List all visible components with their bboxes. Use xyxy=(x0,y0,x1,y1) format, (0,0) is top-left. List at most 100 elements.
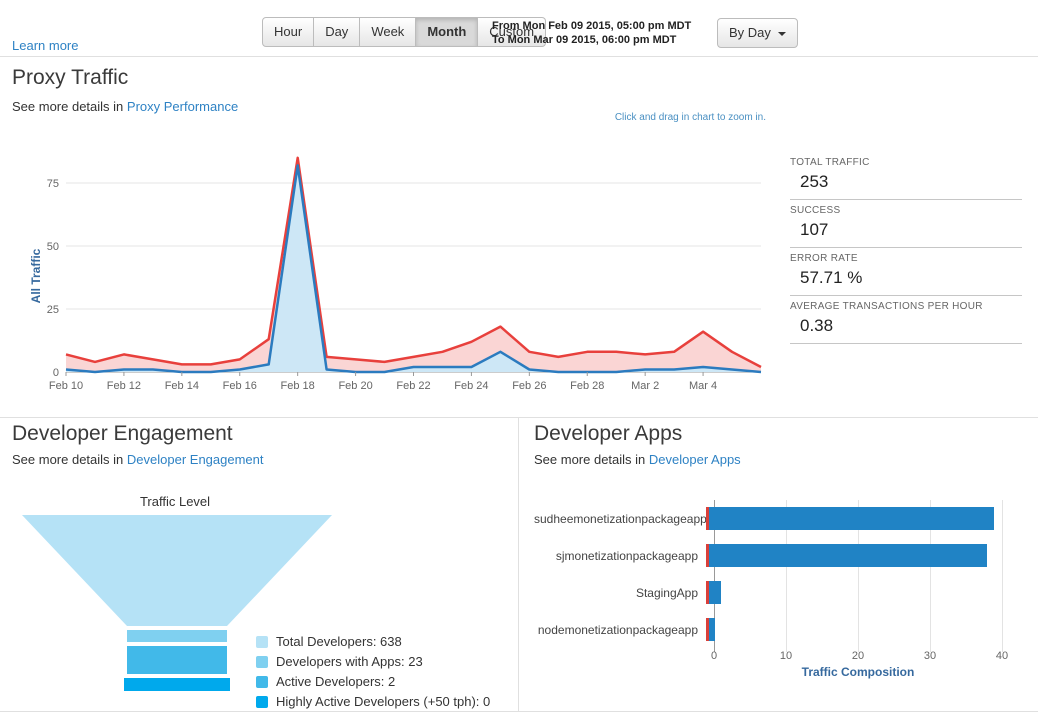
bar xyxy=(706,544,987,567)
developer-apps-details: See more details in Developer Apps xyxy=(534,452,741,467)
svg-text:Feb 18: Feb 18 xyxy=(281,380,315,392)
svg-text:50: 50 xyxy=(47,241,59,253)
date-from: From Mon Feb 09 2015, 05:00 pm MDT xyxy=(492,19,691,33)
bar-chart-x-axis: 0 10 20 30 40 xyxy=(714,648,1020,663)
legend-swatch xyxy=(256,676,268,688)
funnel-segment-active-developers xyxy=(127,646,227,674)
date-range: From Mon Feb 09 2015, 05:00 pm MDT To Mo… xyxy=(492,19,691,47)
details-prefix: See more details in xyxy=(534,452,645,467)
svg-text:25: 25 xyxy=(47,304,59,316)
stat-value: 57.71 % xyxy=(790,264,1022,288)
stat-success: SUCCESS 107 xyxy=(790,200,1022,248)
funnel-segment-total-developers xyxy=(22,515,332,626)
svg-text:Feb 22: Feb 22 xyxy=(396,380,430,392)
bar-row: sjmonetizationpackageapp xyxy=(534,537,1020,574)
zoom-hint: Click and drag in chart to zoom in. xyxy=(520,112,766,123)
x-tick-label: 0 xyxy=(711,650,717,662)
details-prefix: See more details in xyxy=(12,452,123,467)
svg-text:Feb 16: Feb 16 xyxy=(223,380,257,392)
bar-segment-traffic xyxy=(709,507,994,530)
bar-category-label: StagingApp xyxy=(534,586,706,600)
time-range-hour-button[interactable]: Hour xyxy=(262,17,314,47)
bar-row: sudheemonetizationpackageapp xyxy=(534,500,1020,537)
legend-label: Active Developers: 2 xyxy=(276,674,395,689)
time-range-month-button[interactable]: Month xyxy=(416,17,478,47)
proxy-traffic-chart[interactable]: 0 25 50 75 Feb 10 Feb 12 Feb 14 Feb 16 Feb 18 Feb… xyxy=(26,140,766,398)
developer-engagement-details: See more details in Developer Engagement xyxy=(12,452,264,467)
granularity-label: By Day xyxy=(729,25,771,40)
stat-error-rate: ERROR RATE 57.71 % xyxy=(790,248,1022,296)
x-tick-label: 10 xyxy=(780,650,792,662)
bar-chart-rows: sudheemonetizationpackageapp sjmonetizati… xyxy=(534,500,1020,648)
developer-apps-link[interactable]: Developer Apps xyxy=(649,452,741,467)
bar-row: StagingApp xyxy=(534,574,1020,611)
legend-swatch xyxy=(256,656,268,668)
svg-text:Feb 26: Feb 26 xyxy=(512,380,546,392)
funnel-segment-developers-with-apps xyxy=(127,630,227,642)
legend-item-active-developers: Active Developers: 2 xyxy=(256,674,490,689)
svg-text:Mar 2: Mar 2 xyxy=(631,380,659,392)
stat-value: 253 xyxy=(790,168,1022,192)
x-tick-label: 20 xyxy=(852,650,864,662)
stat-value: 0.38 xyxy=(790,312,1022,336)
x-axis-title: Traffic Composition xyxy=(714,665,1002,679)
toolbar-divider xyxy=(0,56,1038,57)
granularity-dropdown-button[interactable]: By Day xyxy=(717,18,798,48)
x-tick-label: 30 xyxy=(924,650,936,662)
stat-total-traffic: TOTAL TRAFFIC 253 xyxy=(790,152,1022,200)
stat-label: TOTAL TRAFFIC xyxy=(790,157,1022,168)
x-tick-label: 40 xyxy=(996,650,1008,662)
svg-text:Feb 24: Feb 24 xyxy=(454,380,488,392)
legend-item-highly-active-developers: Highly Active Developers (+50 tph): 0 xyxy=(256,694,490,709)
caret-down-icon xyxy=(778,32,786,36)
svg-text:Feb 14: Feb 14 xyxy=(165,380,199,392)
legend-swatch xyxy=(256,696,268,708)
funnel-legend: Total Developers: 638 Developers with Ap… xyxy=(256,634,490,714)
bar-category-label: sjmonetizationpackageapp xyxy=(534,549,706,563)
funnel-segment-highly-active-developers xyxy=(124,678,230,691)
svg-text:Feb 12: Feb 12 xyxy=(107,380,141,392)
bar xyxy=(706,618,715,641)
time-range-week-button[interactable]: Week xyxy=(360,17,416,47)
proxy-performance-link[interactable]: Proxy Performance xyxy=(127,99,238,114)
legend-label: Developers with Apps: 23 xyxy=(276,654,423,669)
learn-more-link[interactable]: Learn more xyxy=(12,38,78,53)
legend-label: Highly Active Developers (+50 tph): 0 xyxy=(276,694,490,709)
stat-label: ERROR RATE xyxy=(790,253,1022,264)
stat-average-tph: AVERAGE TRANSACTIONS PER HOUR 0.38 xyxy=(790,296,1022,344)
proxy-stats: TOTAL TRAFFIC 253 SUCCESS 107 ERROR RATE… xyxy=(790,152,1022,344)
bottom-divider xyxy=(0,711,1038,712)
funnel-title: Traffic Level xyxy=(85,494,265,509)
developer-engagement-link[interactable]: Developer Engagement xyxy=(127,452,264,467)
bar-category-label: nodemonetizationpackageapp xyxy=(534,623,706,637)
svg-text:Feb 28: Feb 28 xyxy=(570,380,604,392)
svg-text:75: 75 xyxy=(47,178,59,190)
svg-text:0: 0 xyxy=(53,367,59,379)
proxy-traffic-title: Proxy Traffic xyxy=(12,66,128,90)
legend-swatch xyxy=(256,636,268,648)
section-divider xyxy=(0,417,1038,418)
panel-divider xyxy=(518,417,519,711)
time-range-day-button[interactable]: Day xyxy=(314,17,360,47)
legend-label: Total Developers: 638 xyxy=(276,634,402,649)
bar-category-label: sudheemonetizationpackageapp xyxy=(534,512,706,526)
bar-segment-traffic xyxy=(709,618,715,641)
svg-text:Feb 20: Feb 20 xyxy=(338,380,372,392)
bar xyxy=(706,507,994,530)
bar-segment-traffic xyxy=(709,544,987,567)
bar xyxy=(706,581,721,604)
developer-engagement-title: Developer Engagement xyxy=(12,422,233,446)
developer-apps-title: Developer Apps xyxy=(534,422,682,446)
legend-item-developers-with-apps: Developers with Apps: 23 xyxy=(256,654,490,669)
proxy-traffic-details: See more details in Proxy Performance xyxy=(12,99,238,114)
svg-text:Feb 10: Feb 10 xyxy=(49,380,83,392)
legend-item-total-developers: Total Developers: 638 xyxy=(256,634,490,649)
bar-segment-traffic xyxy=(709,581,721,604)
date-to: To Mon Mar 09 2015, 06:00 pm MDT xyxy=(492,33,691,47)
details-prefix: See more details in xyxy=(12,99,123,114)
developer-apps-chart: sudheemonetizationpackageapp sjmonetizati… xyxy=(534,500,1020,679)
svg-text:Mar 4: Mar 4 xyxy=(689,380,717,392)
stat-value: 107 xyxy=(790,216,1022,240)
stat-label: AVERAGE TRANSACTIONS PER HOUR xyxy=(790,301,1022,312)
bar-row: nodemonetizationpackageapp xyxy=(534,611,1020,648)
